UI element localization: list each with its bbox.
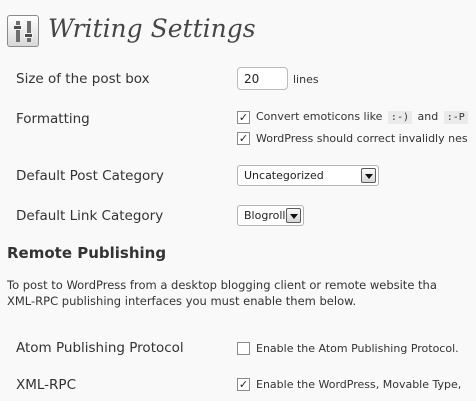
chevron-down-icon [361, 168, 376, 183]
xhtml-correct-label: WordPress should correct invalidly nes [256, 132, 468, 145]
settings-sliders-icon [7, 15, 39, 47]
default-link-category-select[interactable]: Blogroll [237, 205, 304, 226]
xml-rpc-checkbox[interactable]: ✓ [237, 378, 250, 391]
emoticons-checkbox-label: Convert emoticons like :-) and :-P [256, 110, 470, 124]
atom-publishing-label: Atom Publishing Protocol [16, 340, 184, 356]
default-link-category-label: Default Link Category [16, 208, 164, 224]
atom-publishing-checkbox-label: Enable the Atom Publishing Protocol. [256, 342, 459, 355]
page-title: Writing Settings [48, 14, 256, 43]
xml-rpc-label: XML-RPC [16, 377, 76, 393]
emoticon-smile-code: :-) [387, 111, 412, 124]
chevron-down-icon [286, 208, 301, 223]
remote-publishing-description-line1: To post to WordPress from a desktop blog… [7, 278, 437, 292]
formatting-label: Formatting [16, 111, 90, 127]
writing-settings-page: Writing Settings Size of the post box li… [0, 0, 476, 401]
emoticons-checkbox[interactable]: ✓ [237, 111, 250, 124]
xml-rpc-checkbox-label: Enable the WordPress, Movable Type, [256, 378, 462, 391]
remote-publishing-heading: Remote Publishing [7, 244, 167, 262]
default-post-category-value: Uncategorized [244, 169, 324, 182]
remote-publishing-description-line2: XML-RPC publishing interfaces you must e… [7, 294, 357, 308]
atom-publishing-checkbox[interactable] [237, 342, 250, 355]
default-post-category-select[interactable]: Uncategorized [237, 165, 379, 186]
default-link-category-value: Blogroll [244, 209, 286, 222]
post-box-size-label: Size of the post box [16, 71, 150, 87]
xhtml-correct-checkbox[interactable]: ✓ [237, 132, 250, 145]
post-box-size-input[interactable] [237, 67, 288, 90]
default-post-category-label: Default Post Category [16, 168, 164, 184]
emoticon-tongue-code: :-P [443, 111, 468, 124]
post-box-unit-label: lines [293, 73, 319, 86]
